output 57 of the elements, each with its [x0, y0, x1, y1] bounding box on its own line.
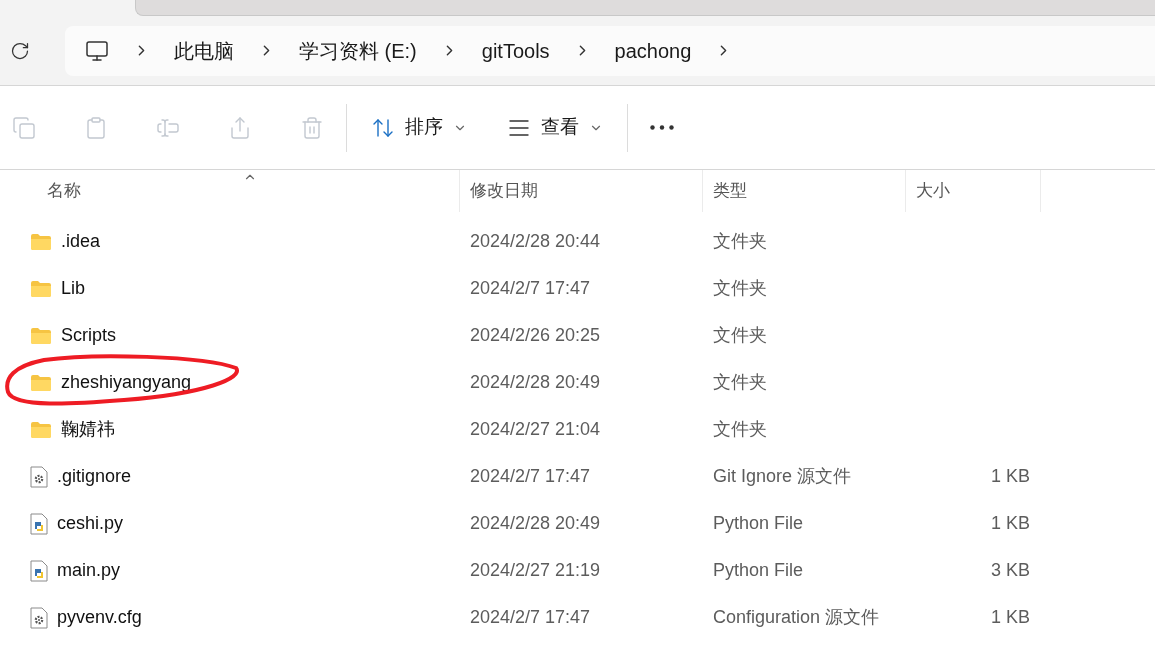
copy-icon	[12, 115, 36, 140]
modified-date: 2024/2/7 17:47	[469, 606, 592, 629]
modified-date: 2024/2/28 20:49	[469, 371, 602, 394]
file-name[interactable]: main.py	[57, 557, 121, 584]
column-header[interactable]: 名称	[0, 170, 460, 212]
paste-icon	[84, 115, 108, 140]
file-size: 1 KB	[990, 465, 1030, 488]
folder-icon	[30, 279, 52, 298]
file-size: 1 KB	[990, 512, 1030, 535]
settings-file-icon	[30, 606, 48, 629]
modified-date: 2024/2/28 20:49	[469, 512, 602, 535]
file-type: Python File	[712, 559, 805, 582]
more-icon	[650, 125, 674, 130]
modified-date: 2024/2/26 20:25	[469, 324, 602, 347]
trash-icon	[300, 115, 324, 140]
folder-icon	[30, 232, 52, 251]
sort-button[interactable]: 排序	[357, 105, 481, 150]
file-name[interactable]: ceshi.py	[57, 510, 124, 537]
file-name[interactable]: Lib	[61, 275, 86, 302]
settings-file-icon	[30, 465, 48, 488]
file-type: 文件夹	[712, 418, 768, 441]
file-type: 文件夹	[712, 277, 768, 300]
column-header[interactable]: 修改日期	[460, 170, 703, 212]
share-icon	[228, 115, 252, 140]
modified-date: 2024/2/7 17:47	[469, 465, 592, 488]
breadcrumb-item[interactable]: pachong	[614, 35, 692, 66]
file-type: 文件夹	[712, 371, 768, 394]
view-button[interactable]: 查看	[493, 105, 617, 150]
file-type: Configuration 源文件	[712, 606, 881, 629]
file-name[interactable]: .gitignore	[57, 463, 132, 490]
modified-date: 2024/2/27 21:04	[469, 418, 602, 441]
column-header[interactable]: 大小	[906, 170, 1041, 212]
breadcrumb-item[interactable]: 此电脑	[174, 35, 234, 66]
modified-date: 2024/2/28 20:44	[469, 230, 602, 253]
modified-date: 2024/2/7 17:47	[469, 277, 592, 300]
file-size: 3 KB	[990, 559, 1030, 582]
file-type: 文件夹	[712, 324, 768, 347]
file-name[interactable]: pyvenv.cfg	[57, 604, 142, 631]
folder-icon	[30, 420, 52, 439]
breadcrumb-item[interactable]: 学习资料 (E:)	[299, 35, 417, 66]
address-bar[interactable]: 此电脑 学习资料 (E:) gitTools pachong	[65, 25, 1155, 76]
python-file-icon	[30, 512, 48, 535]
file-type: Git Ignore 源文件	[712, 465, 853, 488]
python-file-icon	[30, 559, 48, 582]
breadcrumb-item[interactable]: gitTools	[481, 35, 550, 66]
file-name[interactable]: .idea	[61, 228, 101, 255]
folder-icon	[30, 373, 52, 392]
file-size: 1 KB	[990, 606, 1030, 629]
file-name[interactable]: 鞠婧祎	[61, 416, 115, 443]
file-type: Python File	[712, 512, 805, 535]
computer-icon	[85, 38, 109, 63]
file-name[interactable]: Scripts	[61, 322, 116, 349]
folder-icon	[30, 326, 52, 345]
refresh-icon	[10, 40, 30, 61]
file-type: 文件夹	[712, 230, 768, 253]
column-header[interactable]: 类型	[703, 170, 906, 212]
modified-date: 2024/2/27 21:19	[469, 559, 602, 582]
